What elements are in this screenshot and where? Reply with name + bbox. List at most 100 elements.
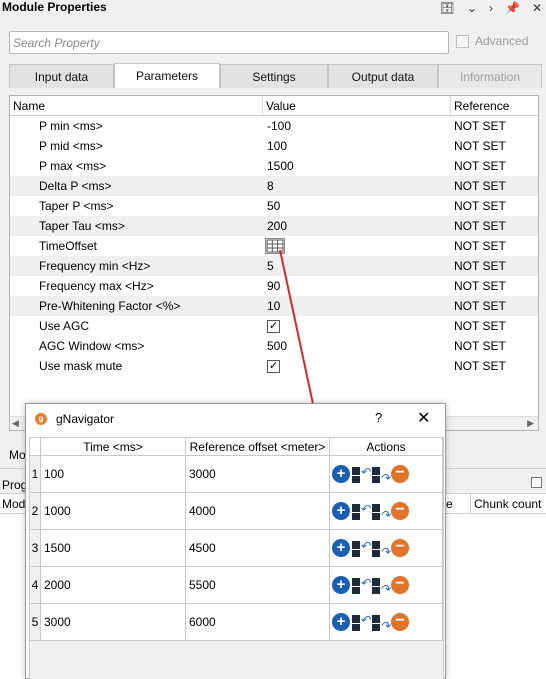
property-reference[interactable]: NOT SET [451,139,538,153]
property-reference[interactable]: NOT SET [451,239,538,253]
table-row[interactable]: 5 3000 6000 + ↶ ↷ − [30,604,443,641]
move-down-icon[interactable]: ↷ [371,465,390,484]
property-value[interactable]: -100 [263,119,451,133]
property-value[interactable]: 1500 [263,159,451,173]
move-down-icon[interactable]: ↷ [371,539,390,558]
table-row[interactable]: TimeOffset NOT SET [10,236,538,256]
property-reference[interactable]: NOT SET [451,359,538,373]
header-value[interactable]: Value [263,96,451,115]
time-cell[interactable]: 3000 [41,604,186,640]
time-cell[interactable]: 100 [41,456,186,492]
tab-input-data[interactable]: Input data [9,64,114,88]
property-value[interactable]: 200 [263,219,451,233]
database-settings-icon[interactable]: 🗄 [440,1,455,15]
scroll-right-icon[interactable]: ▶ [527,418,534,429]
offset-cell[interactable]: 4500 [186,530,330,566]
use-mask-mute-checkbox[interactable]: ✓ [267,359,280,373]
table-row[interactable]: P mid <ms> 100 NOT SET [10,136,538,156]
property-reference[interactable]: NOT SET [451,259,538,273]
add-row-icon[interactable]: + [332,465,350,483]
header-reference[interactable]: Reference [451,96,538,115]
table-row[interactable]: 1 100 3000 + ↶ ↷ − [30,456,443,493]
add-row-icon[interactable]: + [332,613,350,631]
header-name[interactable]: Name [10,96,263,115]
header-chunk-count[interactable]: Chunk count [470,494,544,514]
close-icon[interactable]: ✕ [532,1,542,15]
chevron-down-icon[interactable]: ⌄ [467,1,477,15]
header-time[interactable]: Time <ms> [41,438,186,455]
remove-row-icon[interactable]: − [391,465,409,483]
property-reference[interactable]: NOT SET [451,299,538,313]
property-value[interactable] [263,238,451,254]
property-reference[interactable]: NOT SET [451,179,538,193]
header-module[interactable]: Mod [2,497,25,511]
property-value[interactable]: 10 [263,299,451,313]
advanced-checkbox[interactable] [456,34,469,48]
property-reference[interactable]: NOT SET [451,339,538,353]
property-value[interactable]: 8 [263,179,451,193]
dialog-titlebar[interactable]: g gNavigator ? ✕ [26,404,445,434]
property-reference[interactable]: NOT SET [451,199,538,213]
panel-restore-icon[interactable] [531,477,542,488]
move-up-icon[interactable]: ↶ [351,576,370,595]
time-cell[interactable]: 1500 [41,530,186,566]
move-up-icon[interactable]: ↶ [351,465,370,484]
pin-icon[interactable]: 📌 [505,1,520,15]
background-tab-label[interactable]: Mo [9,448,26,462]
add-row-icon[interactable]: + [332,539,350,557]
offset-cell[interactable]: 6000 [186,604,330,640]
property-reference[interactable]: NOT SET [451,319,538,333]
offset-cell[interactable]: 3000 [186,456,330,492]
table-row[interactable]: Use AGC ✓ NOT SET [10,316,538,336]
use-agc-checkbox[interactable]: ✓ [267,319,280,333]
search-property-input[interactable] [9,31,449,54]
remove-row-icon[interactable]: − [391,576,409,594]
offset-cell[interactable]: 5500 [186,567,330,603]
tab-parameters[interactable]: Parameters [114,63,220,88]
table-row[interactable]: AGC Window <ms> 500 NOT SET [10,336,538,356]
add-row-icon[interactable]: + [332,502,350,520]
property-value[interactable]: 50 [263,199,451,213]
table-grid-icon[interactable] [265,238,285,254]
property-reference[interactable]: NOT SET [451,279,538,293]
property-value[interactable]: 90 [263,279,451,293]
table-row[interactable]: Delta P <ms> 8 NOT SET [10,176,538,196]
move-down-icon[interactable]: ↷ [371,502,390,521]
table-row[interactable]: 2 1000 4000 + ↶ ↷ − [30,493,443,530]
header-partial[interactable]: e [446,497,453,511]
remove-row-icon[interactable]: − [391,539,409,557]
property-reference[interactable]: NOT SET [451,219,538,233]
remove-row-icon[interactable]: − [391,502,409,520]
property-reference[interactable]: NOT SET [451,159,538,173]
row-number[interactable]: 2 [30,493,41,529]
row-number[interactable]: 1 [30,456,41,492]
property-reference[interactable]: NOT SET [451,119,538,133]
table-row[interactable]: Taper Tau <ms> 200 NOT SET [10,216,538,236]
table-row[interactable]: Taper P <ms> 50 NOT SET [10,196,538,216]
table-row[interactable]: Frequency min <Hz> 5 NOT SET [10,256,538,276]
header-reference-offset[interactable]: Reference offset <meter> [186,438,330,455]
move-down-icon[interactable]: ↷ [371,613,390,632]
table-row[interactable]: 3 1500 4500 + ↶ ↷ − [30,530,443,567]
help-button[interactable]: ? [375,410,382,425]
scroll-left-icon[interactable]: ◀ [12,418,19,429]
tab-output-data[interactable]: Output data [328,64,438,88]
chevron-right-icon[interactable]: › [489,1,493,15]
row-number[interactable]: 3 [30,530,41,566]
move-down-icon[interactable]: ↷ [371,576,390,595]
close-button[interactable]: ✕ [417,408,430,428]
table-row[interactable]: P max <ms> 1500 NOT SET [10,156,538,176]
table-row[interactable]: P min <ms> -100 NOT SET [10,116,538,136]
property-value[interactable]: ✓ [263,359,451,373]
advanced-toggle[interactable]: Advanced [456,34,528,48]
move-up-icon[interactable]: ↶ [351,613,370,632]
table-row[interactable]: Use mask mute ✓ NOT SET [10,356,538,376]
property-value[interactable]: 100 [263,139,451,153]
property-value[interactable]: ✓ [263,319,451,333]
table-row[interactable]: Pre-Whitening Factor <%> 10 NOT SET [10,296,538,316]
move-up-icon[interactable]: ↶ [351,502,370,521]
time-cell[interactable]: 2000 [41,567,186,603]
row-number[interactable]: 5 [30,604,41,640]
table-row[interactable]: 4 2000 5500 + ↶ ↷ − [30,567,443,604]
tab-settings[interactable]: Settings [220,64,328,88]
